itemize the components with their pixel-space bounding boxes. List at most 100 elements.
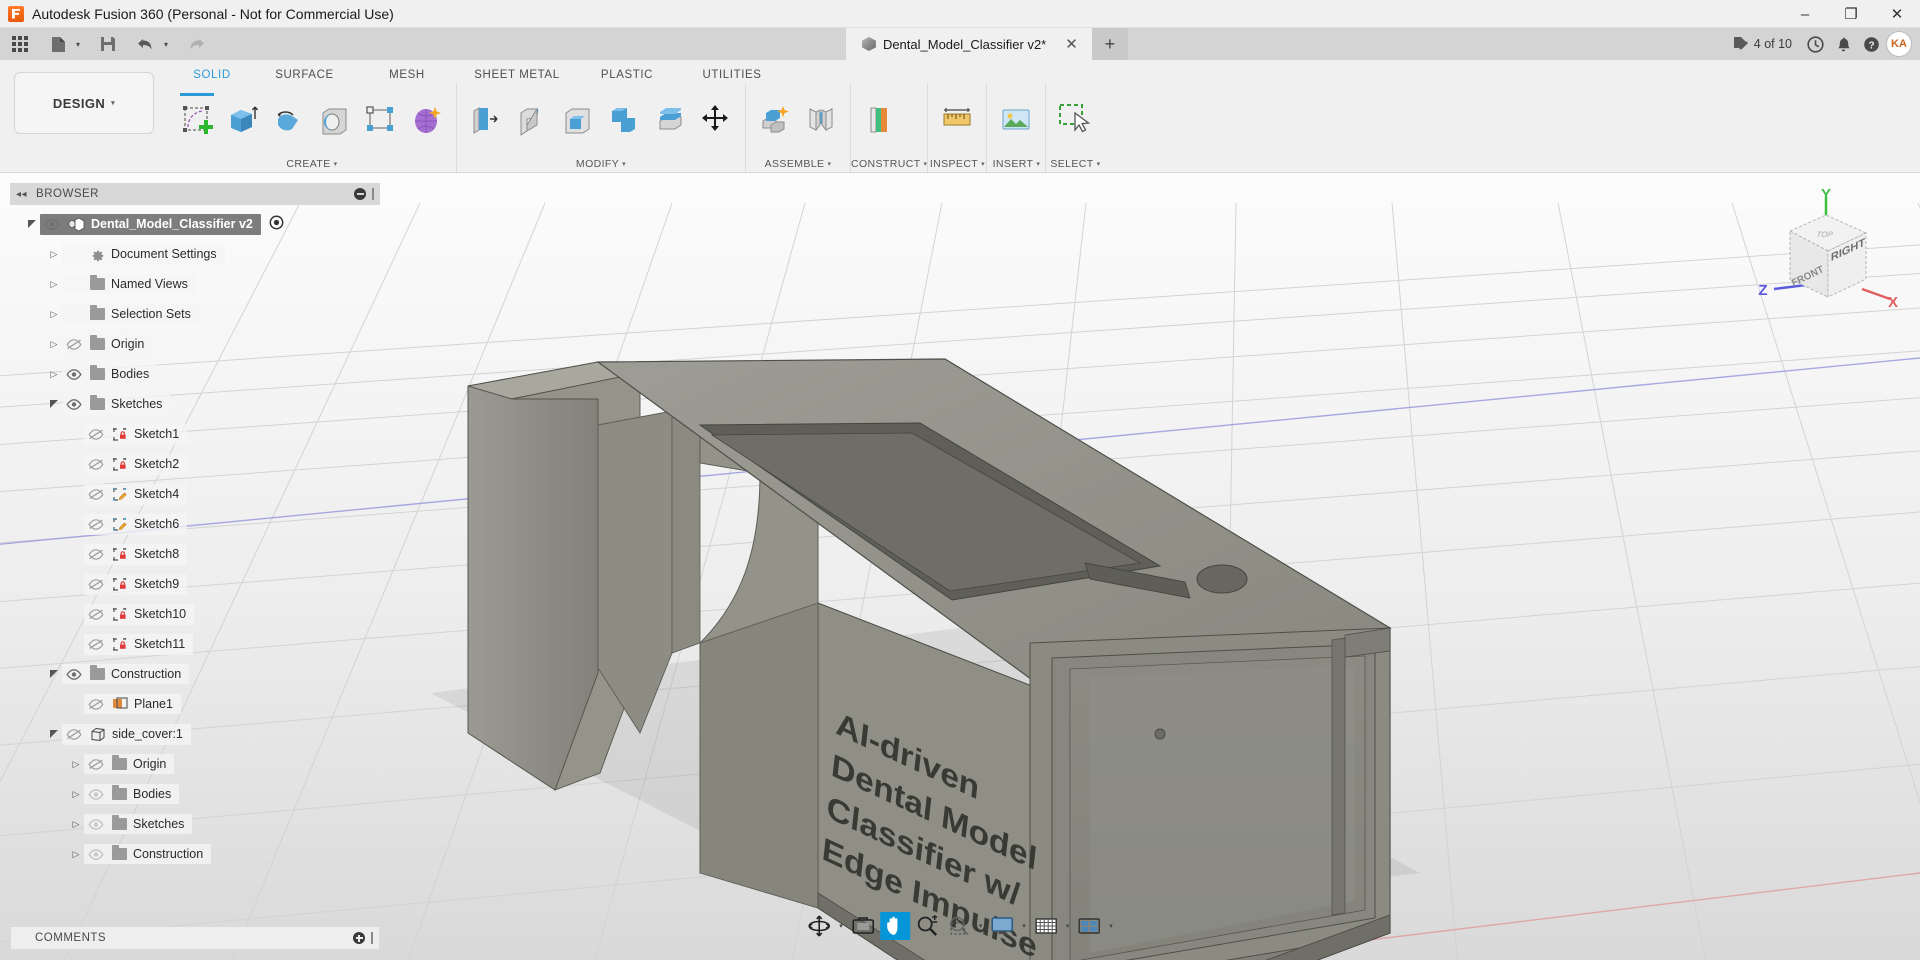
panel-modify-label[interactable]: MODIFY ▾	[457, 155, 745, 172]
maximize-button[interactable]: ❐	[1828, 0, 1874, 28]
tree-item-side-cover-1[interactable]: side_cover:1	[10, 719, 380, 749]
extrude-icon[interactable]	[220, 92, 266, 148]
tree-item-origin[interactable]: ▷ Origin	[10, 329, 380, 359]
minimize-button[interactable]: –	[1782, 0, 1828, 28]
pan-tool[interactable]	[879, 912, 910, 940]
panel-construct-label[interactable]: CONSTRUCT ▾	[851, 155, 927, 172]
tree-item-sketch11[interactable]: Sketch11	[10, 629, 380, 659]
tree-item-selection-sets[interactable]: ▷ Selection Sets	[10, 299, 380, 329]
app-grid-icon[interactable]	[6, 31, 34, 57]
visibility-toggle-icon[interactable]	[86, 457, 106, 471]
expander-collapsed-icon[interactable]: ▷	[46, 279, 62, 290]
clock-icon[interactable]	[1802, 31, 1828, 57]
visibility-toggle-icon[interactable]	[64, 337, 84, 351]
activate-component-radio[interactable]	[269, 215, 284, 233]
fillet-icon[interactable]	[509, 92, 555, 148]
expander-collapsed-icon[interactable]: ▷	[46, 369, 62, 380]
visibility-toggle-icon[interactable]	[86, 637, 106, 651]
drag-grip-icon[interactable]	[372, 188, 374, 200]
orbit-tool[interactable]	[804, 912, 834, 940]
offset-plane-icon[interactable]	[857, 92, 903, 148]
tab-utilities[interactable]: UTILITIES	[677, 69, 787, 84]
new-file-caret-icon[interactable]: ▾	[72, 31, 84, 57]
tree-item-origin[interactable]: ▷ Origin	[10, 749, 380, 779]
tree-item-construction[interactable]: Construction	[10, 659, 380, 689]
combine-icon[interactable]	[601, 92, 647, 148]
expander-collapsed-icon[interactable]: ▷	[68, 789, 84, 800]
view-cube[interactable]: Y Z X FRONT RIGHT TOP	[1750, 186, 1900, 319]
tab-plastic[interactable]: PLASTIC	[577, 69, 677, 84]
form-icon[interactable]	[404, 92, 450, 148]
visibility-toggle-icon[interactable]	[86, 607, 106, 621]
tree-item-bodies[interactable]: ▷ Bodies	[10, 779, 380, 809]
rib-icon[interactable]	[358, 92, 404, 148]
expander-expanded-icon[interactable]	[46, 400, 62, 408]
panel-select-label[interactable]: SELECT ▾	[1046, 155, 1104, 172]
redo-icon[interactable]	[182, 31, 210, 57]
expander-collapsed-icon[interactable]: ▷	[68, 849, 84, 860]
tree-item-bodies[interactable]: ▷ Bodies	[10, 359, 380, 389]
save-icon[interactable]	[94, 31, 122, 57]
display-settings[interactable]	[987, 912, 1017, 940]
expander-collapsed-icon[interactable]: ▷	[46, 339, 62, 350]
visibility-toggle-icon[interactable]	[42, 217, 62, 231]
panel-insert-label[interactable]: INSERT ▾	[987, 155, 1045, 172]
tree-item-sketch1[interactable]: Sketch1	[10, 419, 380, 449]
create-sketch-icon[interactable]	[174, 92, 220, 148]
shell-icon[interactable]	[555, 92, 601, 148]
tree-item-sketch9[interactable]: Sketch9	[10, 569, 380, 599]
expander-collapsed-icon[interactable]: ▷	[46, 309, 62, 320]
tab-mesh[interactable]: MESH	[357, 69, 457, 84]
press-pull-icon[interactable]	[463, 92, 509, 148]
offset-face-icon[interactable]	[647, 92, 693, 148]
display-settings-caret-icon[interactable]: ▾	[1019, 922, 1029, 930]
new-file-icon[interactable]	[44, 31, 72, 57]
workspace-selector[interactable]: DESIGN ▾	[14, 72, 154, 134]
comments-panel[interactable]: COMMENTS	[10, 926, 380, 950]
look-at-tool[interactable]	[848, 912, 878, 940]
visibility-toggle-icon[interactable]	[86, 427, 106, 441]
tree-item-dental-model-classifier-v2[interactable]: Dental_Model_Classifier v2	[10, 209, 380, 239]
panel-inspect-label[interactable]: INSPECT ▾	[928, 155, 986, 172]
undo-caret-icon[interactable]: ▾	[160, 31, 172, 57]
bell-icon[interactable]	[1830, 31, 1856, 57]
tree-item-sketch6[interactable]: Sketch6	[10, 509, 380, 539]
visibility-toggle-icon[interactable]	[64, 397, 84, 411]
visibility-toggle-icon[interactable]	[86, 547, 106, 561]
expander-collapsed-icon[interactable]: ▷	[68, 759, 84, 770]
hole-icon[interactable]	[312, 92, 358, 148]
visibility-toggle-icon[interactable]	[86, 787, 106, 801]
tree-item-sketch8[interactable]: Sketch8	[10, 539, 380, 569]
zoom-window-caret-icon[interactable]: ▾	[976, 922, 986, 930]
help-icon[interactable]: ?	[1858, 31, 1884, 57]
document-tab[interactable]: Dental_Model_Classifier v2* ✕	[845, 28, 1092, 60]
measure-icon[interactable]	[934, 92, 980, 148]
visibility-toggle-icon[interactable]	[64, 667, 84, 681]
avatar[interactable]: KA	[1886, 31, 1912, 57]
close-icon[interactable]: ✕	[1065, 35, 1078, 53]
minus-circle-icon[interactable]	[354, 188, 366, 200]
move-copy-icon[interactable]	[693, 92, 739, 148]
new-component-icon[interactable]	[752, 92, 798, 148]
revolve-icon[interactable]	[266, 92, 312, 148]
select-window-icon[interactable]	[1052, 92, 1098, 148]
undo-icon[interactable]	[132, 31, 160, 57]
collapse-left-icon[interactable]: ◂◂	[16, 189, 27, 200]
visibility-toggle-icon[interactable]	[86, 487, 106, 501]
tree-item-sketches[interactable]: Sketches	[10, 389, 380, 419]
tree-item-sketch2[interactable]: Sketch2	[10, 449, 380, 479]
expander-collapsed-icon[interactable]: ▷	[46, 249, 62, 260]
visibility-toggle-icon[interactable]	[86, 757, 106, 771]
visibility-toggle-icon[interactable]	[86, 847, 106, 861]
insert-image-icon[interactable]	[993, 92, 1039, 148]
visibility-toggle-icon[interactable]	[86, 577, 106, 591]
expander-expanded-icon[interactable]	[46, 670, 62, 678]
joint-icon[interactable]	[798, 92, 844, 148]
tree-item-construction[interactable]: ▷ Construction	[10, 839, 380, 869]
zoom-tool[interactable]	[912, 912, 942, 940]
tab-surface[interactable]: SURFACE	[252, 69, 357, 84]
grid-snaps-caret-icon[interactable]: ▾	[1063, 922, 1073, 930]
viewports[interactable]	[1074, 912, 1104, 940]
plus-circle-icon[interactable]	[353, 932, 365, 944]
close-button[interactable]: ✕	[1874, 0, 1920, 28]
